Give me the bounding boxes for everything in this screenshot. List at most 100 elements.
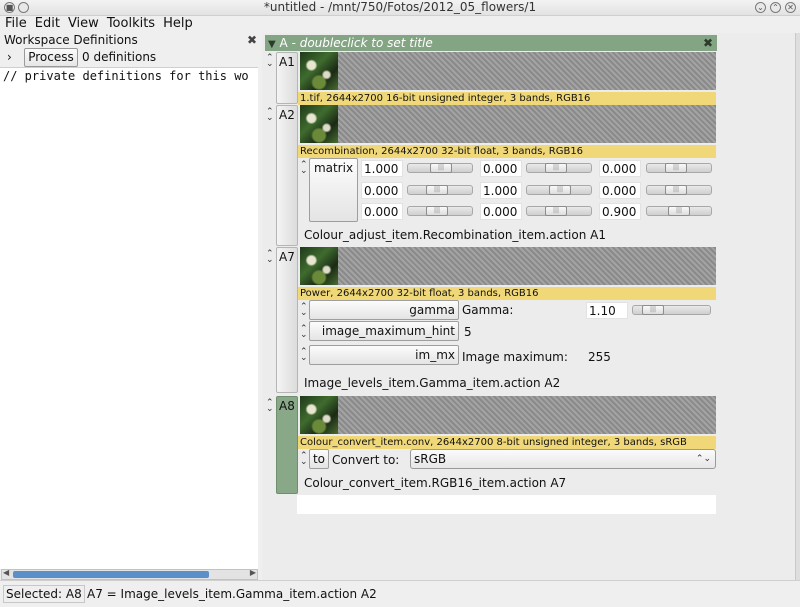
row-a7-caption: Power, 2644x2700 32-bit float, 3 bands, …: [298, 287, 716, 300]
matrix-cell-field[interactable]: 1.000: [480, 182, 522, 199]
matrix-cell-slider[interactable]: |||: [407, 163, 473, 173]
matrix-updown-icon[interactable]: ⌃ ⌄: [300, 161, 308, 176]
matrix-cell-slider[interactable]: |||: [407, 185, 473, 195]
row-a1-updown-icon[interactable]: ⌃ ⌄: [266, 54, 274, 69]
matrix-slider-knob[interactable]: |||: [668, 206, 690, 216]
row-a2-updown-icon[interactable]: ⌃ ⌄: [266, 108, 274, 123]
gamma-value-field[interactable]: 1.10: [586, 302, 628, 319]
convert-to-value: sRGB: [414, 452, 447, 466]
row-a1-thumbnail[interactable]: [300, 52, 338, 90]
image-maximum-hint-button[interactable]: image_maximum_hint: [309, 321, 459, 341]
im-mx-button[interactable]: im_mx: [309, 345, 459, 365]
row-a8-caption: Colour_convert_item.conv, 2644x2700 8-bi…: [298, 436, 716, 449]
process-button[interactable]: Process: [24, 48, 78, 67]
convert-to-select[interactable]: sRGB ⌃⌄: [410, 449, 716, 469]
minimize-icon[interactable]: ⌄: [755, 2, 766, 13]
matrix-cell-field[interactable]: 0.000: [480, 160, 522, 177]
matrix-cell-field[interactable]: 0.000: [361, 182, 403, 199]
matrix-cell-field[interactable]: 0.900: [599, 203, 641, 220]
matrix-cell-field[interactable]: 0.000: [361, 203, 403, 220]
matrix-cell-field[interactable]: 0.000: [599, 182, 641, 199]
row-a7-updown-icon[interactable]: ⌃ ⌄: [266, 250, 274, 265]
matrix-slider-knob[interactable]: |||: [426, 185, 448, 195]
menu-toolkits[interactable]: Toolkits: [104, 16, 158, 32]
matrix-slider-knob[interactable]: |||: [426, 206, 448, 216]
matrix-button[interactable]: matrix: [309, 158, 358, 222]
menu-view[interactable]: View: [65, 16, 102, 32]
matrix-cell-slider[interactable]: |||: [526, 185, 592, 195]
menu-file[interactable]: File: [2, 16, 30, 32]
row-a1-image-area: [338, 52, 716, 90]
menu-bar: File Edit View Toolkits Help: [0, 16, 800, 32]
gamma-button[interactable]: gamma: [309, 300, 459, 320]
row-a7-image-area: [338, 247, 716, 285]
workspace-title: Workspace Definitions: [4, 33, 138, 47]
collapse-arrow-icon[interactable]: ▼: [268, 39, 276, 50]
menu-help[interactable]: Help: [160, 16, 196, 32]
row-a7-button[interactable]: A7: [276, 247, 298, 393]
row-a7-label: A7: [279, 250, 295, 264]
matrix-slider-knob[interactable]: |||: [665, 163, 687, 173]
matrix-cell-slider[interactable]: |||: [526, 163, 592, 173]
matrix-slider-knob[interactable]: |||: [545, 163, 567, 173]
matrix-cell-field[interactable]: 1.000: [361, 160, 403, 177]
matrix-cell-slider[interactable]: |||: [646, 206, 712, 216]
row-a8-updown-icon[interactable]: ⌃ ⌄: [266, 399, 274, 414]
vertical-scrollbar[interactable]: [795, 33, 800, 580]
to-button[interactable]: to: [309, 449, 329, 469]
matrix-cell-slider[interactable]: |||: [526, 206, 592, 216]
gamma-slider-knob[interactable]: |||: [642, 305, 664, 315]
row-a2-button[interactable]: A2: [276, 105, 298, 246]
workspace-close-icon[interactable]: ✖: [247, 33, 257, 47]
convert-to-label: Convert to:: [332, 453, 400, 467]
close-window-icon[interactable]: ✕: [785, 2, 796, 13]
column-close-icon[interactable]: ✖: [703, 35, 713, 51]
selected-indicator: Selected: A8: [3, 585, 85, 603]
im-mx-updown-icon[interactable]: ⌃ ⌄: [300, 348, 308, 363]
column-header[interactable]: ▼ A - doubleclick to set title ✖: [265, 35, 717, 51]
hint-value: 5: [464, 325, 472, 339]
expand-arrow-icon[interactable]: ›: [7, 50, 12, 64]
matrix-cell-field[interactable]: 0.000: [599, 160, 641, 177]
row-a8-thumbnail[interactable]: [300, 396, 338, 434]
maximize-icon[interactable]: ⌃: [770, 2, 781, 13]
matrix-slider-knob[interactable]: |||: [665, 185, 687, 195]
gamma-updown-icon[interactable]: ⌃ ⌄: [300, 303, 308, 318]
horizontal-scrollbar[interactable]: ◀ ▶: [1, 568, 258, 580]
window-title: *untitled - /mnt/750/Fotos/2012_05_flowe…: [263, 0, 537, 14]
select-arrows-icon: ⌃⌄: [695, 454, 711, 464]
row-a8-image-area: [338, 396, 716, 434]
matrix-slider-knob[interactable]: |||: [545, 206, 567, 216]
row-a2-caption: Recombination, 2644x2700 32-bit float, 3…: [298, 145, 716, 158]
matrix-slider-knob[interactable]: |||: [430, 163, 452, 173]
gamma-label: Gamma:: [462, 303, 514, 317]
scrollbar-thumb[interactable]: [13, 571, 209, 578]
hint-updown-icon[interactable]: ⌃ ⌄: [300, 325, 308, 340]
image-maximum-label: Image maximum:: [462, 350, 568, 364]
row-a8-button[interactable]: A8: [276, 396, 298, 494]
row-a1-label: A1: [279, 55, 295, 69]
matrix-cell-slider[interactable]: |||: [646, 163, 712, 173]
matrix-cell-slider[interactable]: |||: [407, 206, 473, 216]
row-a8-label: A8: [279, 399, 295, 413]
definitions-editor[interactable]: // private definitions for this wo: [0, 67, 258, 569]
to-updown-icon[interactable]: ⌃ ⌄: [300, 452, 308, 467]
matrix-slider-knob[interactable]: |||: [549, 185, 571, 195]
scroll-right-icon[interactable]: ▶: [250, 568, 256, 577]
status-bar: Selected: A8 A7 = Image_levels_item.Gamm…: [0, 580, 800, 607]
row-a7-thumbnail[interactable]: [300, 247, 338, 285]
row-a1-button[interactable]: A1: [276, 52, 298, 104]
image-maximum-value: 255: [588, 350, 611, 364]
matrix-cell-field[interactable]: 0.000: [480, 203, 522, 220]
new-row-entry[interactable]: [297, 495, 716, 514]
definitions-text: // private definitions for this wo: [3, 69, 249, 83]
row-a2-thumbnail[interactable]: [300, 105, 338, 143]
definitions-count: 0 definitions: [82, 50, 157, 64]
menu-edit[interactable]: Edit: [32, 16, 63, 32]
scroll-left-icon[interactable]: ◀: [3, 568, 9, 577]
row-a2-label: A2: [279, 108, 295, 122]
status-action: A7 = Image_levels_item.Gamma_item.action…: [87, 587, 377, 601]
column-name: A: [279, 36, 288, 50]
gamma-slider[interactable]: |||: [632, 305, 711, 315]
matrix-cell-slider[interactable]: |||: [646, 185, 712, 195]
